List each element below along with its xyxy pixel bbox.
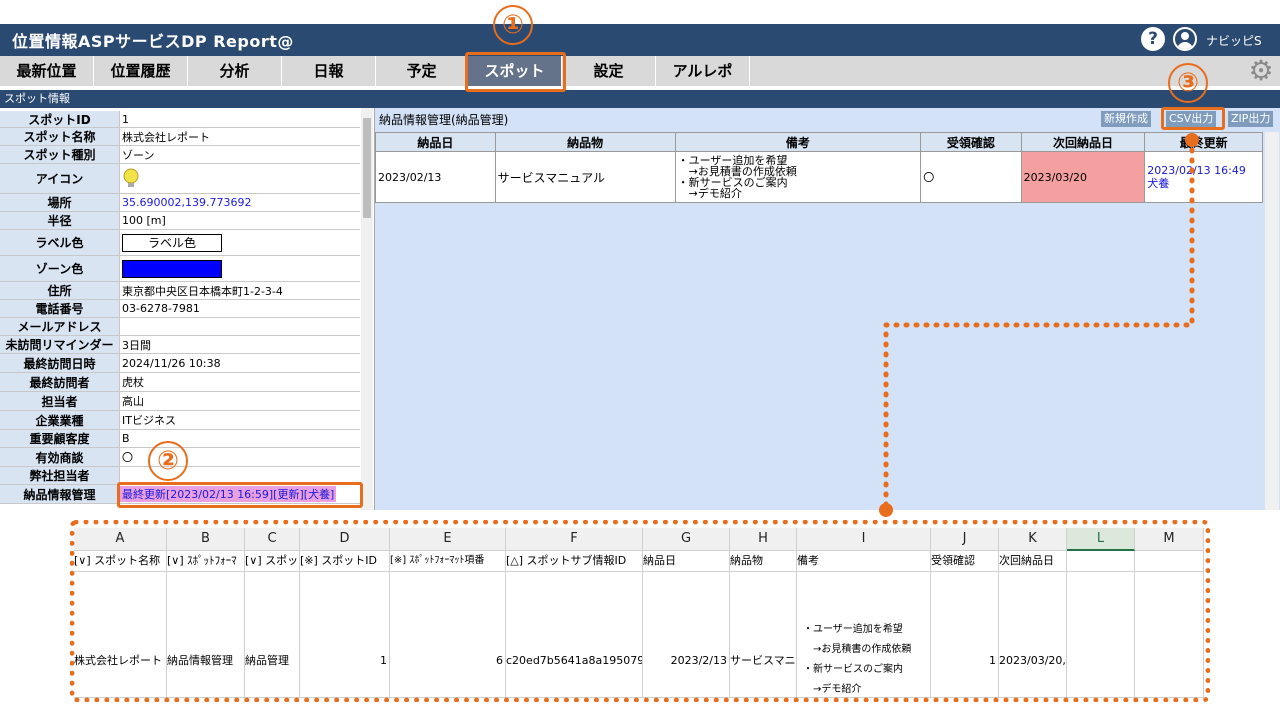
spreadsheet-highlight xyxy=(70,520,1210,702)
